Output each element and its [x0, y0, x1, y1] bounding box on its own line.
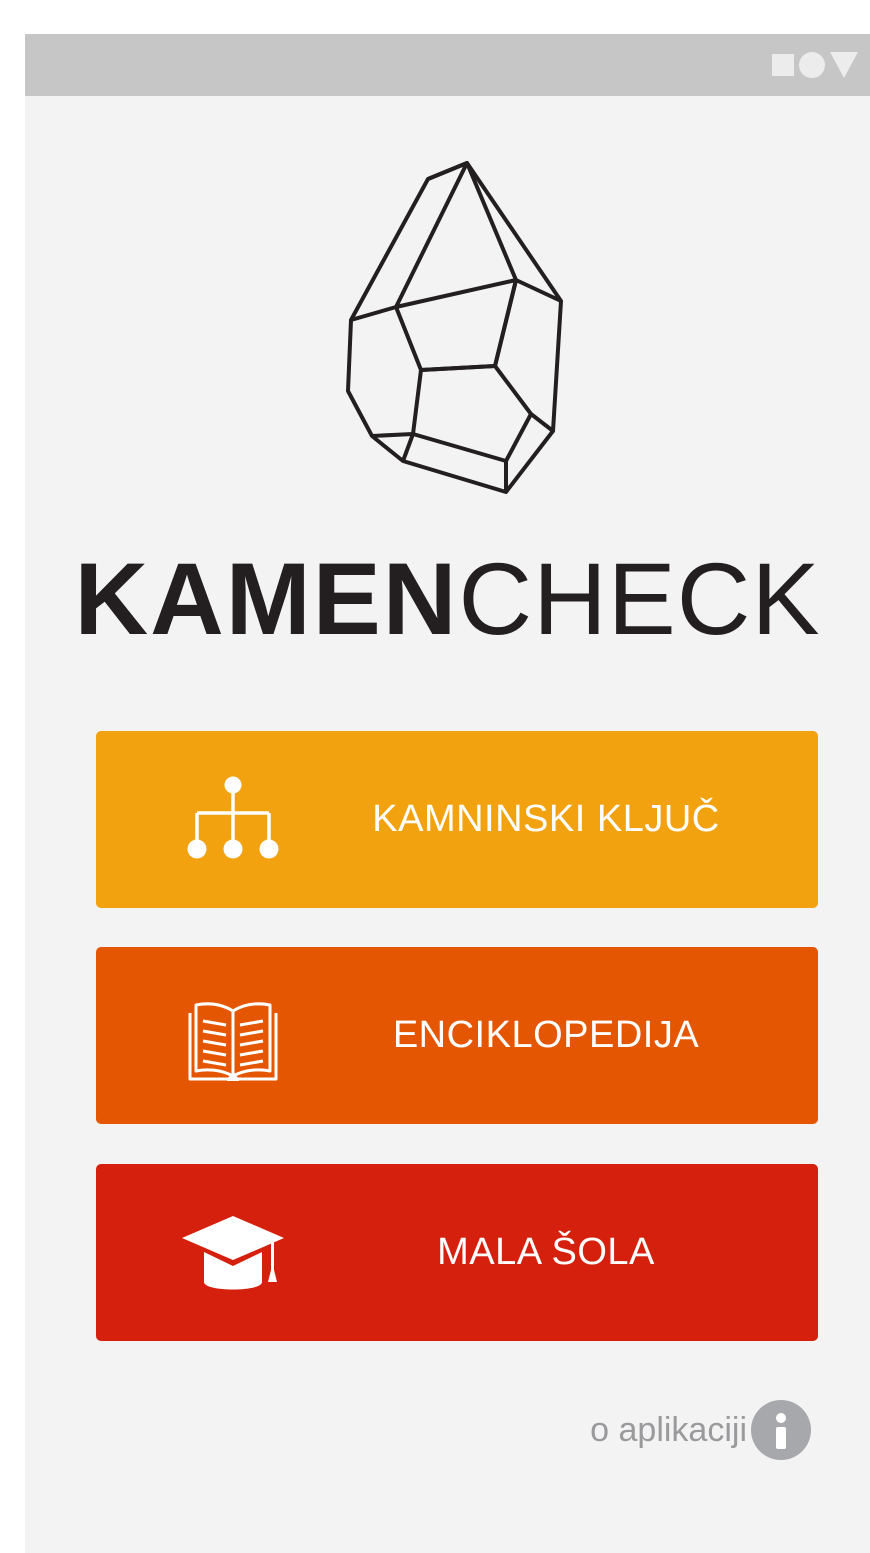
about-app-link[interactable]: o aplikaciji: [590, 1400, 811, 1460]
app-wordmark: KAMENCHECK: [25, 539, 870, 659]
info-icon[interactable]: [751, 1400, 811, 1460]
graduation-cap-icon: [182, 1216, 284, 1290]
little-school-button[interactable]: MALA ŠOLA: [96, 1164, 818, 1341]
status-icons: [772, 52, 858, 78]
about-app-label: o aplikaciji: [590, 1410, 747, 1449]
info-icon-dot: [776, 1413, 786, 1423]
encyclopedia-button[interactable]: ENCIKLOPEDIJA: [96, 947, 818, 1124]
open-book-icon: [188, 1002, 278, 1081]
gem-logo-icon: [346, 161, 563, 494]
wordmark-light: CHECK: [458, 542, 821, 656]
rock-key-label: KAMNINSKI KLJUČ: [372, 798, 720, 840]
square-icon: [772, 54, 794, 76]
rock-key-button[interactable]: KAMNINSKI KLJUČ: [96, 731, 818, 908]
triangle-icon: [830, 52, 858, 78]
wordmark-bold: KAMEN: [74, 542, 459, 656]
circle-icon: [799, 52, 825, 78]
status-bar: [25, 34, 870, 96]
encyclopedia-label: ENCIKLOPEDIJA: [392, 1014, 700, 1056]
little-school-label: MALA ŠOLA: [437, 1231, 655, 1273]
hierarchy-icon: [187, 776, 279, 859]
info-icon-stem: [776, 1427, 786, 1449]
app-screen: KAMENCHECK KAMNINSKI KLJUČ ENCIKLOPEDIJA…: [25, 34, 870, 1553]
